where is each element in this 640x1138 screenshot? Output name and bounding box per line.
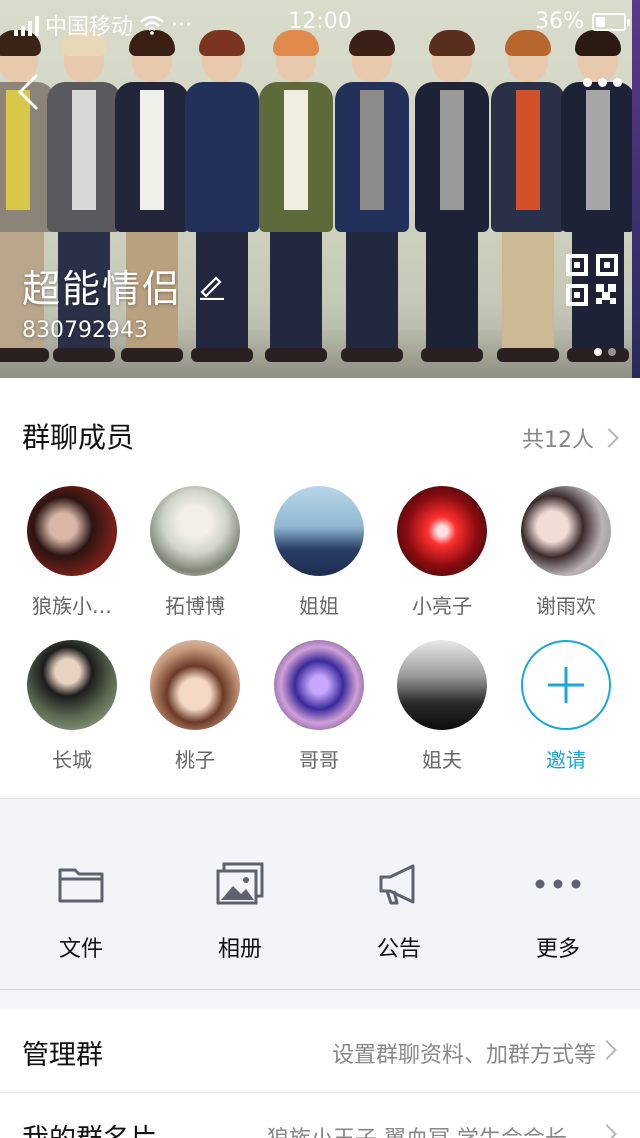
page-dot: [608, 348, 616, 356]
chevron-right-icon: [597, 1124, 617, 1138]
group-name: 超能情侣: [22, 267, 183, 311]
plus-icon: [521, 640, 611, 730]
member-avatar: [27, 486, 117, 576]
members-count[interactable]: 共12人: [522, 422, 619, 454]
tool-label: 文件: [58, 937, 103, 962]
more-options-button[interactable]: [583, 78, 622, 87]
chevron-left-icon: [17, 74, 38, 110]
member-name: 姐姐: [299, 594, 339, 618]
cover-figure: [256, 30, 336, 370]
member-item[interactable]: 长城: [17, 640, 127, 773]
qr-code-button[interactable]: [566, 254, 618, 306]
folder-icon: [58, 868, 104, 903]
members-title: 群聊成员: [22, 421, 135, 454]
row-value: 设置群聊资料、加群方式等: [331, 1043, 596, 1068]
tool-label: 公告: [376, 937, 421, 962]
album-icon: [216, 862, 264, 905]
status-bar: 中国移动 ··· 12:00 36%: [0, 0, 640, 46]
megaphone-icon: [379, 864, 415, 905]
tool-files[interactable]: 文件: [21, 859, 141, 963]
member-item[interactable]: 小亮子: [387, 486, 497, 619]
member-avatar: [150, 486, 240, 576]
member-name: 哥哥: [299, 748, 339, 772]
row-title: 管理群: [22, 1040, 103, 1071]
member-name: 谢雨欢: [536, 594, 596, 618]
members-header[interactable]: 群聊成员 共12人: [0, 378, 640, 478]
members-count-label: 共12人: [522, 428, 594, 453]
more-dot: [583, 78, 592, 87]
member-name: 狼族小…: [32, 594, 112, 618]
member-item[interactable]: 哥哥: [264, 640, 374, 773]
cover-figure: [412, 30, 492, 370]
pencil-icon[interactable]: [198, 272, 226, 300]
group-cover-banner: 中国移动 ··· 12:00 36% 超能情侣 830792943: [0, 0, 640, 378]
cover-figure: [488, 30, 568, 370]
group-card-row[interactable]: 我的群名片 狼族小王子 翼血冥 学生会会长 …: [0, 1092, 640, 1138]
member-name: 桃子: [175, 748, 215, 772]
battery-percent: 36%: [535, 9, 584, 34]
member-item[interactable]: 桃子: [140, 640, 250, 773]
cover-edge: [632, 0, 640, 378]
member-item[interactable]: 狼族小…: [17, 486, 127, 619]
tool-announcement[interactable]: 公告: [339, 859, 459, 963]
battery-icon: [592, 12, 630, 31]
tool-label: 更多: [535, 937, 580, 962]
cover-figure: [332, 30, 412, 370]
chevron-right-icon: [597, 1040, 617, 1060]
member-item[interactable]: 拓博博: [140, 486, 250, 619]
qr-code-icon: [566, 254, 618, 306]
row-value: 狼族小王子 翼血冥 学生会会长 …: [267, 1121, 596, 1138]
member-item[interactable]: 姐姐: [264, 486, 374, 619]
member-item[interactable]: 姐夫: [387, 640, 497, 773]
cover-page-indicator: [594, 348, 616, 356]
tool-album[interactable]: 相册: [180, 859, 300, 963]
tool-label: 相册: [217, 937, 262, 962]
member-avatar: [274, 640, 364, 730]
member-avatar: [27, 640, 117, 730]
member-avatar: [274, 486, 364, 576]
group-name-row[interactable]: 超能情侣: [22, 258, 226, 313]
members-section: 群聊成员 共12人 狼族小… 拓博博 姐姐 小亮子 谢雨欢 长城 桃子 哥哥 姐: [0, 378, 640, 798]
invite-label: 邀请: [546, 748, 586, 772]
member-name: 小亮子: [412, 594, 472, 618]
member-avatar: [521, 486, 611, 576]
cover-figure: [182, 30, 262, 370]
page-dot: [594, 348, 602, 356]
member-avatar: [397, 640, 487, 730]
invite-button[interactable]: 邀请: [511, 640, 621, 773]
member-avatar: [397, 486, 487, 576]
group-tools: 文件 相册 公告 更多: [0, 798, 640, 990]
member-name: 姐夫: [422, 748, 462, 772]
back-button[interactable]: [14, 72, 44, 112]
chevron-right-icon: [599, 428, 619, 448]
member-item[interactable]: 谢雨欢: [511, 486, 621, 619]
more-dot: [613, 78, 622, 87]
member-avatar: [150, 640, 240, 730]
group-number: 830792943: [22, 318, 148, 343]
more-dot: [598, 78, 607, 87]
member-name: 拓博博: [165, 594, 225, 618]
member-name: 长城: [52, 748, 92, 772]
row-title: 我的群名片: [22, 1117, 157, 1138]
tool-more[interactable]: 更多: [498, 859, 618, 963]
manage-group-row[interactable]: 管理群 设置群聊资料、加群方式等: [0, 1009, 640, 1091]
more-horizontal-icon: [535, 879, 581, 889]
